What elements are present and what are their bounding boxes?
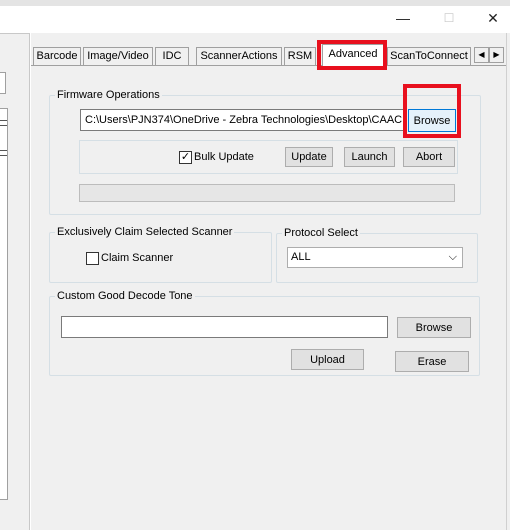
maximize-button[interactable]: ☐ (426, 6, 472, 32)
tab-barcode[interactable]: Barcode (33, 47, 81, 65)
abort-button[interactable]: Abort (403, 147, 455, 167)
right-pane-edge (506, 33, 510, 530)
tab-idc[interactable]: IDC (155, 47, 189, 65)
firmware-operations-title: Firmware Operations (55, 89, 162, 101)
left-pane-mark (0, 120, 7, 126)
close-button[interactable]: ✕ (470, 6, 510, 32)
decode-tone-title: Custom Good Decode Tone (55, 290, 195, 302)
protocol-select-dropdown[interactable]: ALL ⌵ (287, 247, 463, 268)
claim-scanner-label: Claim Scanner (101, 252, 174, 264)
left-pane-mark (0, 150, 7, 156)
tab-scanner-actions[interactable]: ScannerActions (196, 47, 282, 65)
claim-scanner-checkbox[interactable] (86, 252, 99, 265)
decode-tone-browse-button[interactable]: Browse (397, 317, 471, 338)
firmware-path-field[interactable]: C:\Users\PJN374\OneDrive - Zebra Technol… (80, 109, 406, 131)
tab-scroll-buttons: ◀ ▶ (474, 47, 504, 63)
tab-scroll-left-icon[interactable]: ◀ (474, 47, 489, 63)
highlight-browse-button (403, 84, 461, 138)
minimize-button[interactable]: — (380, 6, 426, 32)
highlight-advanced-tab (317, 40, 387, 70)
decode-tone-path-field[interactable] (61, 316, 388, 338)
tab-rsm[interactable]: RSM (284, 47, 316, 65)
left-pane-field (0, 72, 6, 94)
launch-button[interactable]: Launch (344, 147, 395, 167)
claim-scanner-title: Exclusively Claim Selected Scanner (55, 226, 235, 238)
erase-button[interactable]: Erase (395, 351, 469, 372)
bulk-update-label: Bulk Update (194, 151, 254, 163)
chevron-down-icon[interactable]: ⌵ (449, 248, 457, 266)
protocol-selected-value: ALL (291, 251, 311, 263)
tab-scan-to-connect[interactable]: ScanToConnect (387, 47, 471, 65)
protocol-select-title: Protocol Select (282, 227, 360, 239)
update-button[interactable]: Update (285, 147, 333, 167)
tab-image-video[interactable]: Image/Video (83, 47, 153, 65)
tab-scroll-right-icon[interactable]: ▶ (489, 47, 504, 63)
bulk-update-checkbox[interactable]: ✓ (179, 151, 192, 164)
firmware-actions-panel (79, 140, 458, 174)
upload-button[interactable]: Upload (291, 349, 364, 370)
left-pane-list[interactable] (0, 108, 8, 500)
firmware-progress-bar (79, 184, 455, 202)
